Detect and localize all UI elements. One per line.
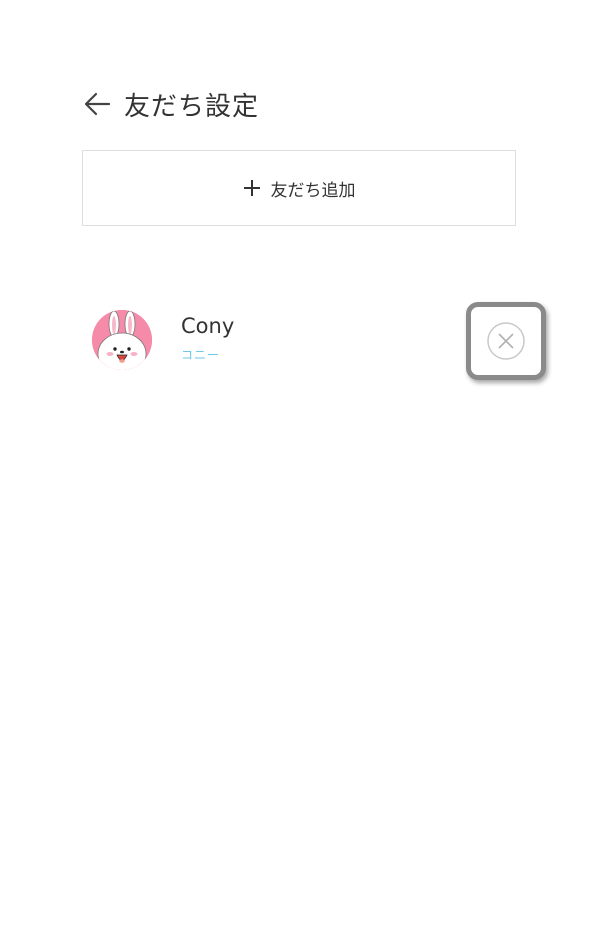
remove-friend-button[interactable] — [466, 302, 546, 380]
add-friend-label: 友だち追加 — [270, 180, 356, 201]
header: 友だち設定 — [82, 82, 259, 126]
back-button[interactable] — [82, 89, 112, 119]
plus-icon — [243, 180, 260, 196]
friend-name: Cony — [181, 314, 235, 338]
cony-avatar — [92, 310, 152, 370]
friend-list-item[interactable]: Cony コニー — [82, 300, 546, 382]
add-friend-button[interactable]: 友だち追加 — [82, 150, 516, 226]
friend-name-reading: コニー — [181, 348, 221, 362]
circle-x-icon — [487, 322, 525, 360]
cony-bunny-avatar-icon — [92, 310, 152, 370]
page-title: 友だち設定 — [124, 91, 260, 122]
friend-settings-screen: 友だち設定 友だち追加 Cony コニー — [0, 0, 600, 944]
arrow-left-icon — [84, 92, 111, 116]
